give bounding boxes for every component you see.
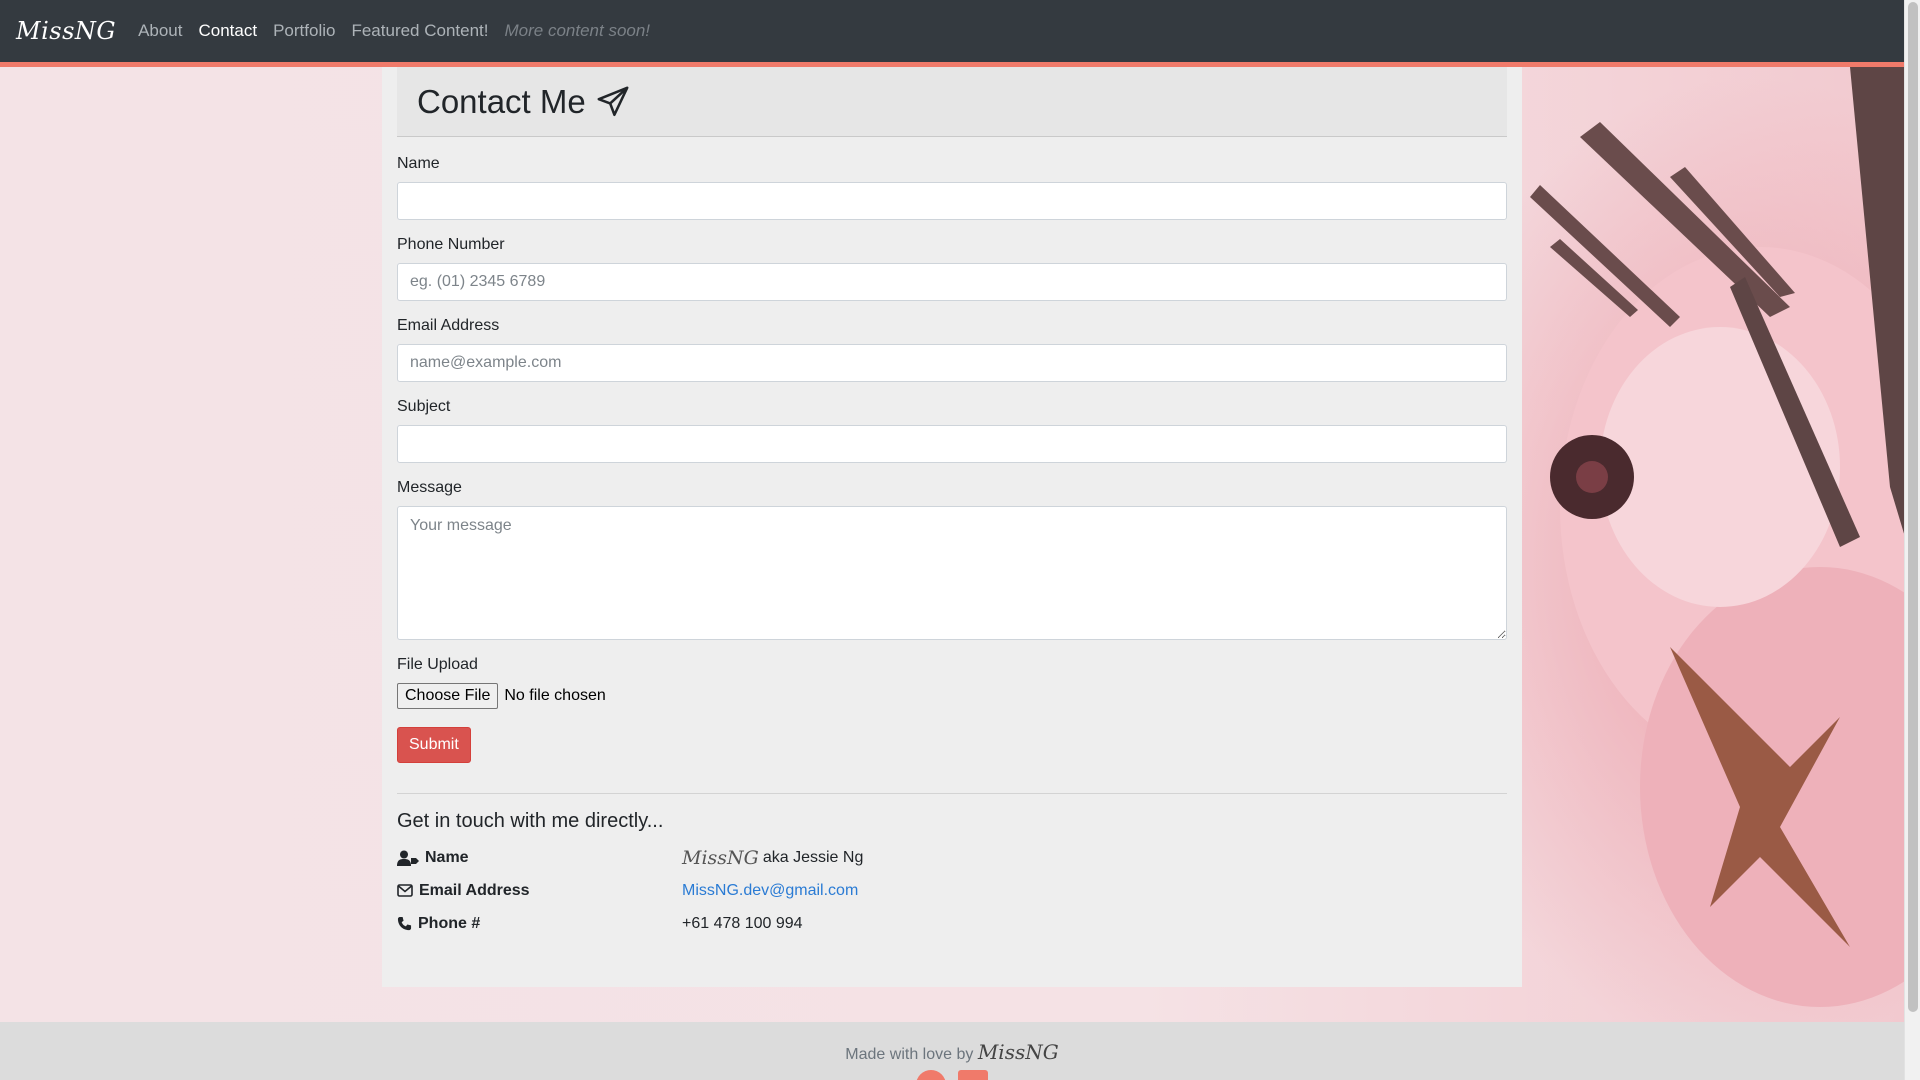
social-links xyxy=(0,1070,1904,1080)
name-input[interactable] xyxy=(397,182,1507,220)
message-label: Message xyxy=(397,479,462,496)
contact-value-email: MissNG.dev@gmail.com xyxy=(682,882,858,900)
phone-label: Phone Number xyxy=(397,236,505,253)
email-label: Email Address xyxy=(397,317,500,334)
contact-container: Contact Me Name Phone Number Email Addre… xyxy=(382,67,1522,987)
file-status-text: No file chosen xyxy=(504,687,606,704)
contact-value-name: MissNG aka Jessie Ng xyxy=(682,847,863,869)
phone-input[interactable] xyxy=(397,263,1507,301)
signature-logo: MissNG xyxy=(682,846,759,869)
user-tag-icon xyxy=(397,850,419,866)
footer-signature: MissNG xyxy=(977,1040,1059,1064)
message-textarea[interactable] xyxy=(397,506,1507,640)
envelope-icon xyxy=(397,884,413,897)
subject-label: Subject xyxy=(397,398,451,415)
brand-logo[interactable]: MissNG xyxy=(16,17,116,45)
linkedin-icon[interactable] xyxy=(958,1070,988,1080)
choose-file-button[interactable]: Choose File xyxy=(397,683,499,709)
subject-input[interactable] xyxy=(397,425,1507,463)
email-link[interactable]: MissNG.dev@gmail.com xyxy=(682,882,858,900)
section-divider xyxy=(397,793,1507,794)
contact-value-phone: +61 478 100 994 xyxy=(682,914,803,932)
page-header: Contact Me xyxy=(397,67,1507,137)
file-upload-row: Choose File No file chosen xyxy=(397,683,1507,709)
file-upload-label: File Upload xyxy=(397,656,478,673)
direct-contact-section: Get in touch with me directly... Name Mi… xyxy=(397,810,1507,940)
nav-featured-content[interactable]: Featured Content! xyxy=(351,21,488,41)
contact-key-name-label: Name xyxy=(425,848,469,866)
contact-form: Name Phone Number Email Address Subject … xyxy=(397,137,1507,763)
nav-about[interactable]: About xyxy=(138,21,182,41)
email-input[interactable] xyxy=(397,344,1507,382)
page-title: Contact Me xyxy=(417,83,630,121)
nav-more-content: More content soon! xyxy=(504,21,651,40)
nav-contact[interactable]: Contact xyxy=(199,21,258,41)
name-group: Name xyxy=(397,155,1507,220)
submit-button[interactable]: Submit xyxy=(397,727,471,763)
contact-key-phone: Phone # xyxy=(397,915,682,933)
direct-contact-title: Get in touch with me directly... xyxy=(397,810,664,832)
name-label: Name xyxy=(397,155,440,172)
message-group: Message xyxy=(397,479,1507,640)
contact-row-email: Email Address MissNG.dev@gmail.com xyxy=(397,874,1507,907)
email-group: Email Address xyxy=(397,317,1507,382)
contact-key-phone-label: Phone # xyxy=(418,914,481,932)
paper-plane-icon xyxy=(597,86,629,116)
phone-group: Phone Number xyxy=(397,236,1507,301)
contact-key-email-label: Email Address xyxy=(419,881,530,899)
contact-key-name: Name xyxy=(397,849,682,867)
page-title-text: Contact Me xyxy=(417,82,586,120)
footer-text: Made with love by xyxy=(845,1046,974,1063)
contact-row-phone: Phone # +61 478 100 994 xyxy=(397,907,1507,940)
cherry-blossom-illustration xyxy=(1530,67,1904,1007)
file-upload-group: File Upload Choose File No file chosen xyxy=(397,656,1507,709)
nav-portfolio[interactable]: Portfolio xyxy=(273,21,335,41)
contact-key-email: Email Address xyxy=(397,882,682,900)
scrollbar-thumb[interactable] xyxy=(1908,2,1918,1012)
top-navbar: MissNG About Contact Portfolio Featured … xyxy=(0,0,1904,62)
contact-value-name-text: aka Jessie Ng xyxy=(762,848,864,866)
contact-row-name: Name MissNG aka Jessie Ng xyxy=(397,841,1507,874)
page-footer: Made with love by MissNG xyxy=(0,1022,1904,1080)
github-icon[interactable] xyxy=(916,1070,946,1080)
vertical-scrollbar[interactable] xyxy=(1904,0,1920,1080)
subject-group: Subject xyxy=(397,398,1507,463)
phone-icon xyxy=(397,916,412,931)
